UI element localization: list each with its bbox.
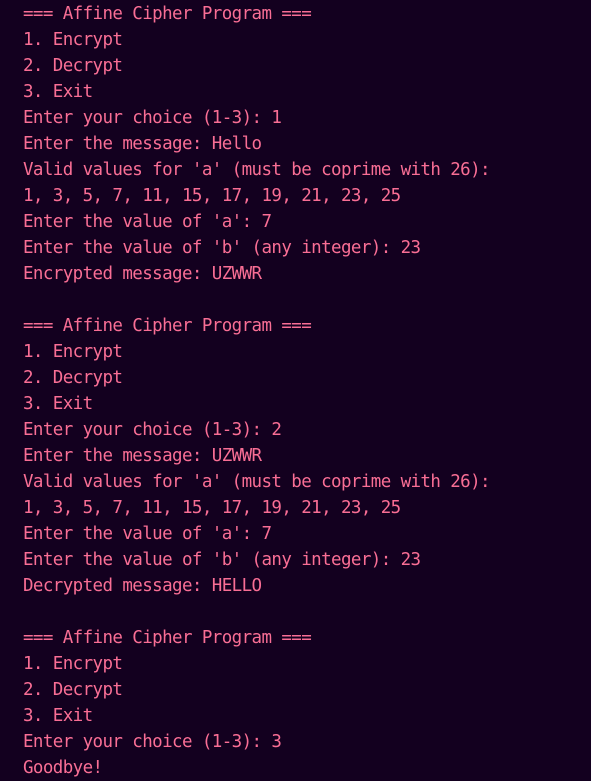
terminal-line: Enter the value of 'a': 7 [23,524,272,544]
terminal-line: 2. Decrypt [23,368,123,388]
terminal-line: 1. Encrypt [23,30,123,50]
terminal-line: Enter the value of 'b' (any integer): 23 [23,238,421,258]
terminal-line: Enter the value of 'b' (any integer): 23 [23,550,421,570]
terminal-line: 2. Decrypt [23,56,123,76]
terminal-line: Goodbye! [23,758,103,778]
terminal-line: Enter the message: Hello [23,134,262,154]
terminal-line: 3. Exit [23,706,93,726]
terminal-line: 3. Exit [23,394,93,414]
terminal-line: Encrypted message: UZWWR [23,264,262,284]
terminal-line: Enter your choice (1-3): 3 [23,732,282,752]
terminal-line: Enter the message: UZWWR [23,446,262,466]
terminal-line: 3. Exit [23,82,93,102]
terminal-line: Decrypted message: HELLO [23,576,262,596]
terminal-line: === Affine Cipher Program === [23,628,312,648]
terminal-line: 1. Encrypt [23,342,123,362]
terminal-line: === Affine Cipher Program === [23,4,312,24]
terminal-line: 1, 3, 5, 7, 11, 15, 17, 19, 21, 23, 25 [23,498,401,518]
terminal-line: Valid values for 'a' (must be coprime wi… [23,472,491,492]
terminal-line: === Affine Cipher Program === [23,316,312,336]
terminal-line: Valid values for 'a' (must be coprime wi… [23,160,491,180]
terminal-line: 1, 3, 5, 7, 11, 15, 17, 19, 21, 23, 25 [23,186,401,206]
terminal-line: Enter your choice (1-3): 1 [23,108,282,128]
terminal-line: 1. Encrypt [23,654,123,674]
terminal-line: Enter the value of 'a': 7 [23,212,272,232]
terminal-output: === Affine Cipher Program === 1. Encrypt… [0,0,591,778]
terminal-line: 2. Decrypt [23,680,123,700]
terminal-line: Enter your choice (1-3): 2 [23,420,282,440]
